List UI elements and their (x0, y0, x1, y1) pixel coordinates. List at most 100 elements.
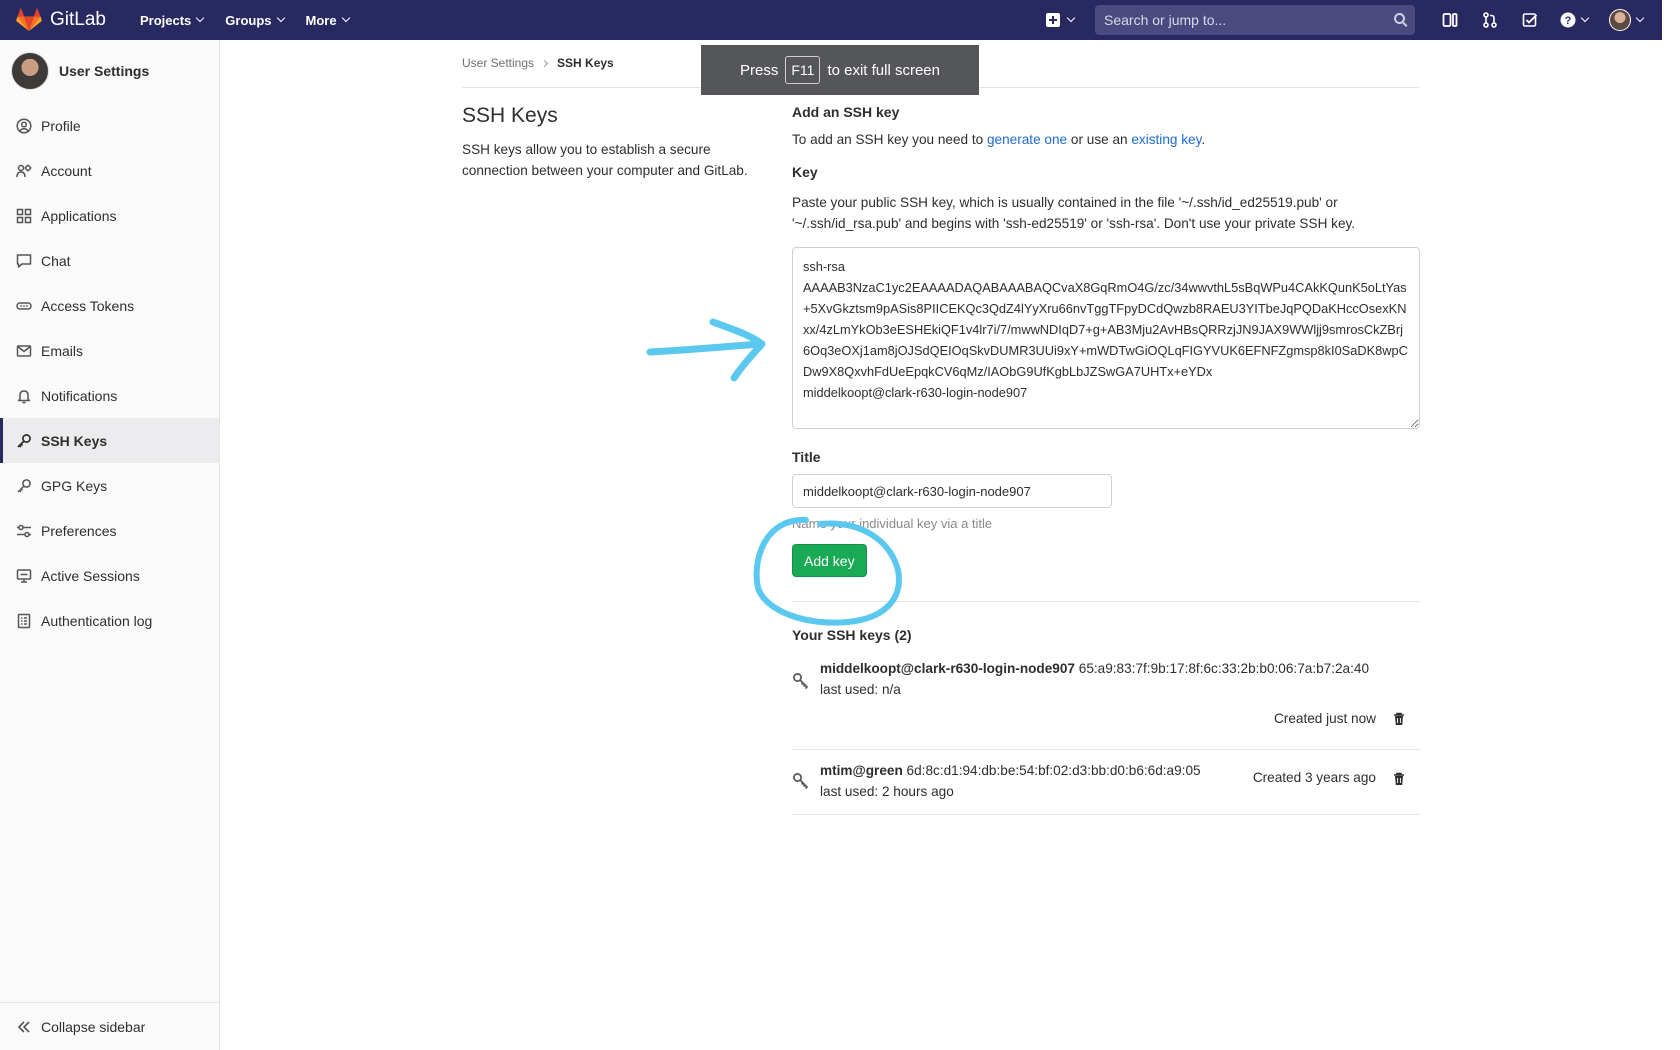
sidebar-item-chat[interactable]: Chat (0, 238, 219, 283)
sidebar-item-emails[interactable]: Emails (0, 328, 219, 373)
bell-icon (16, 388, 32, 404)
merge-requests-button[interactable] (1470, 0, 1510, 40)
sidebar-item-profile[interactable]: Profile (0, 103, 219, 148)
existing-key-link[interactable]: existing key (1131, 132, 1201, 147)
double-chevron-left-icon (16, 1019, 32, 1035)
todo-icon (1522, 13, 1538, 27)
key-textarea[interactable]: ssh-rsa AAAAB3NzaC1yc2EAAAADAQABAAABAQCv… (792, 247, 1420, 429)
sidebar-title: User Settings (59, 63, 150, 79)
gitlab-logo-icon (16, 8, 42, 31)
title-label: Title (792, 449, 821, 465)
monitor-icon (16, 568, 32, 584)
nav-more-label: More (305, 12, 337, 28)
title-input[interactable] (792, 474, 1112, 508)
key-title[interactable]: middelkoopt@clark-r630-login-node907 (820, 661, 1075, 676)
sidebar-item-label: Emails (41, 342, 84, 359)
instruction-text: or use an (1070, 132, 1128, 147)
chat-icon (16, 253, 32, 269)
plus-square-icon (1046, 13, 1060, 27)
chevron-down-icon (1580, 13, 1590, 23)
add-key-instructions: To add an SSH key you need to generate o… (792, 132, 1420, 147)
breadcrumb-current[interactable]: SSH Keys (557, 56, 614, 70)
help-dropdown[interactable]: ? (1550, 0, 1598, 40)
page-description: SSH keys allow you to establish a secure… (462, 142, 748, 178)
sidebar-item-authentication-log[interactable]: Authentication log (0, 598, 219, 643)
key-created: Created 3 years ago (1252, 770, 1376, 785)
key-icon (793, 673, 809, 690)
ssh-key-row[interactable]: mtim@green 6d:8c:d1:94:db:be:54:bf:02:d3… (792, 750, 1420, 815)
applications-icon (16, 208, 32, 224)
key-icon (16, 478, 32, 494)
help-icon: ? (1560, 12, 1576, 28)
sidebar-item-notifications[interactable]: Notifications (0, 373, 219, 418)
sidebar-context-header[interactable]: User Settings (0, 40, 219, 102)
issues-button[interactable] (1430, 0, 1470, 40)
key-last-used: last used: n/a (820, 682, 901, 697)
sidebar-item-label: Applications (41, 207, 117, 224)
sidebar-item-account[interactable]: Account (0, 148, 219, 193)
sidebar-item-label: Profile (41, 117, 81, 134)
nav-icon-group: ? (1430, 0, 1650, 40)
user-menu[interactable] (1602, 0, 1650, 40)
add-key-button[interactable]: Add key (792, 544, 867, 577)
toast-text: to exit full screen (827, 61, 940, 79)
nav-projects[interactable]: Projects (139, 12, 205, 28)
brand[interactable]: GitLab (16, 8, 106, 32)
sidebar-item-preferences[interactable]: Preferences (0, 508, 219, 553)
merge-request-icon (1483, 12, 1497, 28)
chevron-down-icon (1635, 13, 1645, 23)
your-ssh-keys-heading: Your SSH keys (2) (792, 627, 912, 643)
nav-groups[interactable]: Groups (225, 12, 285, 28)
key-last-used: last used: 2 hours ago (820, 784, 954, 799)
chevron-right-icon (540, 59, 549, 68)
ssh-key-row[interactable]: middelkoopt@clark-r630-login-node907 65:… (792, 650, 1420, 750)
sidebar-item-active-sessions[interactable]: Active Sessions (0, 553, 219, 598)
key-info: middelkoopt@clark-r630-login-node907 65:… (820, 658, 1369, 700)
trash-icon[interactable] (1392, 712, 1406, 726)
sidebar-item-ssh-keys[interactable]: SSH Keys (0, 418, 219, 463)
key-created: Created just now (1273, 711, 1376, 726)
chevron-down-icon (341, 13, 350, 23)
sidebar-item-label: Chat (41, 252, 71, 269)
sidebar: User Settings Profile Account Applicatio… (0, 40, 220, 1050)
intro-column: SSH Keys SSH keys allow you to establish… (462, 104, 762, 181)
sidebar-item-access-tokens[interactable]: Access Tokens (0, 283, 219, 328)
sidebar-item-label: Preferences (41, 522, 117, 539)
key-title[interactable]: mtim@green (820, 763, 903, 778)
brand-name: GitLab (50, 9, 106, 30)
sidebar-item-label: Access Tokens (41, 297, 135, 314)
profile-icon (16, 117, 32, 134)
sidebar-item-label: Active Sessions (41, 567, 140, 584)
divider (792, 601, 1420, 602)
nav-groups-label: Groups (225, 12, 272, 28)
search-input[interactable] (1104, 12, 1384, 28)
access-tokens-icon (16, 298, 32, 314)
sidebar-item-applications[interactable]: Applications (0, 193, 219, 238)
fullscreen-toast: Press F11 to exit full screen (701, 45, 979, 95)
annotation-arrow (646, 340, 764, 356)
user-avatar (11, 52, 49, 90)
todos-button[interactable] (1510, 0, 1550, 40)
trash-icon[interactable] (1392, 772, 1406, 786)
key-fingerprint: 65:a9:83:7f:9b:17:8f:6c:33:2b:b0:06:7a:b… (1078, 661, 1370, 676)
chevron-down-icon (276, 13, 285, 23)
toast-text: Press (740, 61, 779, 79)
annotation-arrowhead (709, 318, 766, 382)
breadcrumb-parent[interactable]: User Settings (462, 56, 534, 70)
top-navbar: GitLab Projects Groups More ? (0, 0, 1662, 40)
sidebar-item-label: Notifications (41, 387, 118, 404)
key-fingerprint: 6d:8c:d1:94:db:be:54:bf:02:d3:bb:d0:b6:6… (906, 763, 1201, 778)
toast-key: F11 (785, 56, 821, 84)
add-key-heading: Add an SSH key (792, 104, 900, 120)
instruction-text: To add an SSH key you need to (792, 132, 984, 147)
nav-projects-label: Projects (139, 12, 192, 28)
collapse-sidebar-button[interactable]: Collapse sidebar (0, 1002, 220, 1050)
generate-one-link[interactable]: generate one (987, 132, 1067, 147)
sidebar-item-gpg-keys[interactable]: GPG Keys (0, 463, 219, 508)
search-box[interactable] (1095, 5, 1415, 35)
nav-more[interactable]: More (305, 12, 350, 28)
new-dropdown[interactable] (1046, 0, 1076, 40)
email-icon (16, 343, 32, 359)
user-avatar-icon (1609, 9, 1631, 31)
log-icon (16, 613, 32, 629)
